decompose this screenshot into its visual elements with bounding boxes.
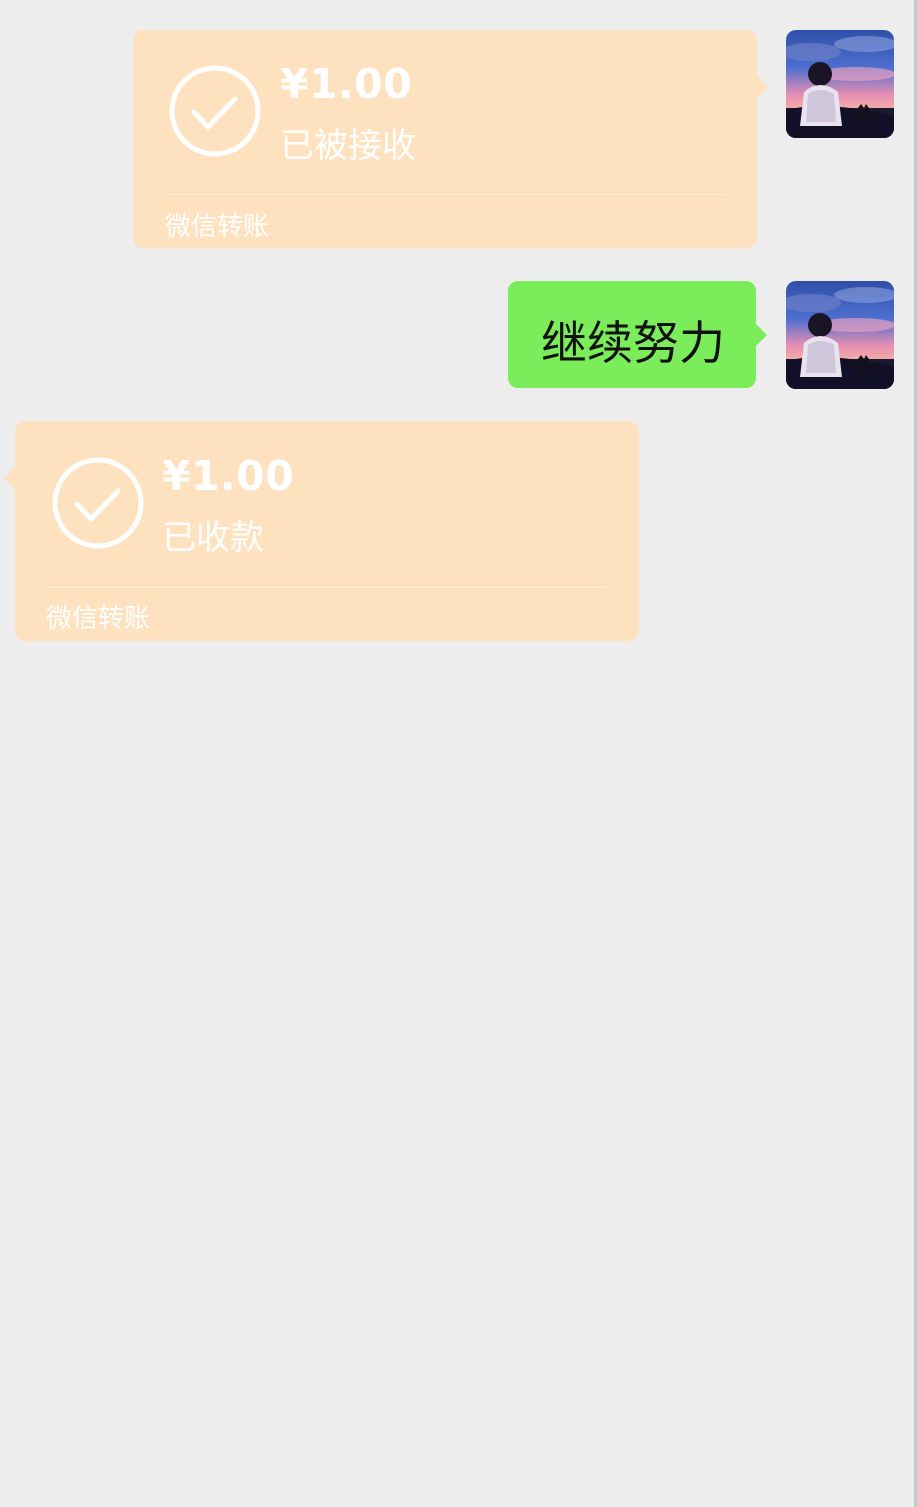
- transfer-card-sent[interactable]: ¥1.00 已被接收 微信转账: [133, 30, 768, 248]
- transfer-amount: ¥1.00: [280, 60, 413, 108]
- bubble-tail: [757, 76, 768, 98]
- transfer-divider: [165, 194, 725, 195]
- text-message-bubble[interactable]: 继续努力: [508, 281, 767, 388]
- user-avatar[interactable]: [786, 281, 894, 389]
- transfer-status: 已收款: [162, 518, 264, 558]
- bubble-tail: [4, 467, 15, 489]
- transfer-footer-label: 微信转账: [46, 604, 151, 634]
- transfer-footer-label: 微信转账: [165, 212, 270, 242]
- transfer-card-received[interactable]: ¥1.00 已收款 微信转账: [4, 421, 639, 641]
- avatar-image: [786, 30, 894, 138]
- transfer-amount: ¥1.00: [162, 452, 295, 500]
- avatar-image: [786, 281, 894, 389]
- check-circle-icon: [169, 65, 261, 157]
- user-avatar[interactable]: [786, 30, 894, 138]
- transfer-status: 已被接收: [280, 126, 416, 166]
- message-text: 继续努力: [541, 316, 725, 370]
- check-circle-icon: [52, 457, 144, 549]
- transfer-divider: [47, 587, 607, 588]
- bubble-tail: [756, 324, 767, 346]
